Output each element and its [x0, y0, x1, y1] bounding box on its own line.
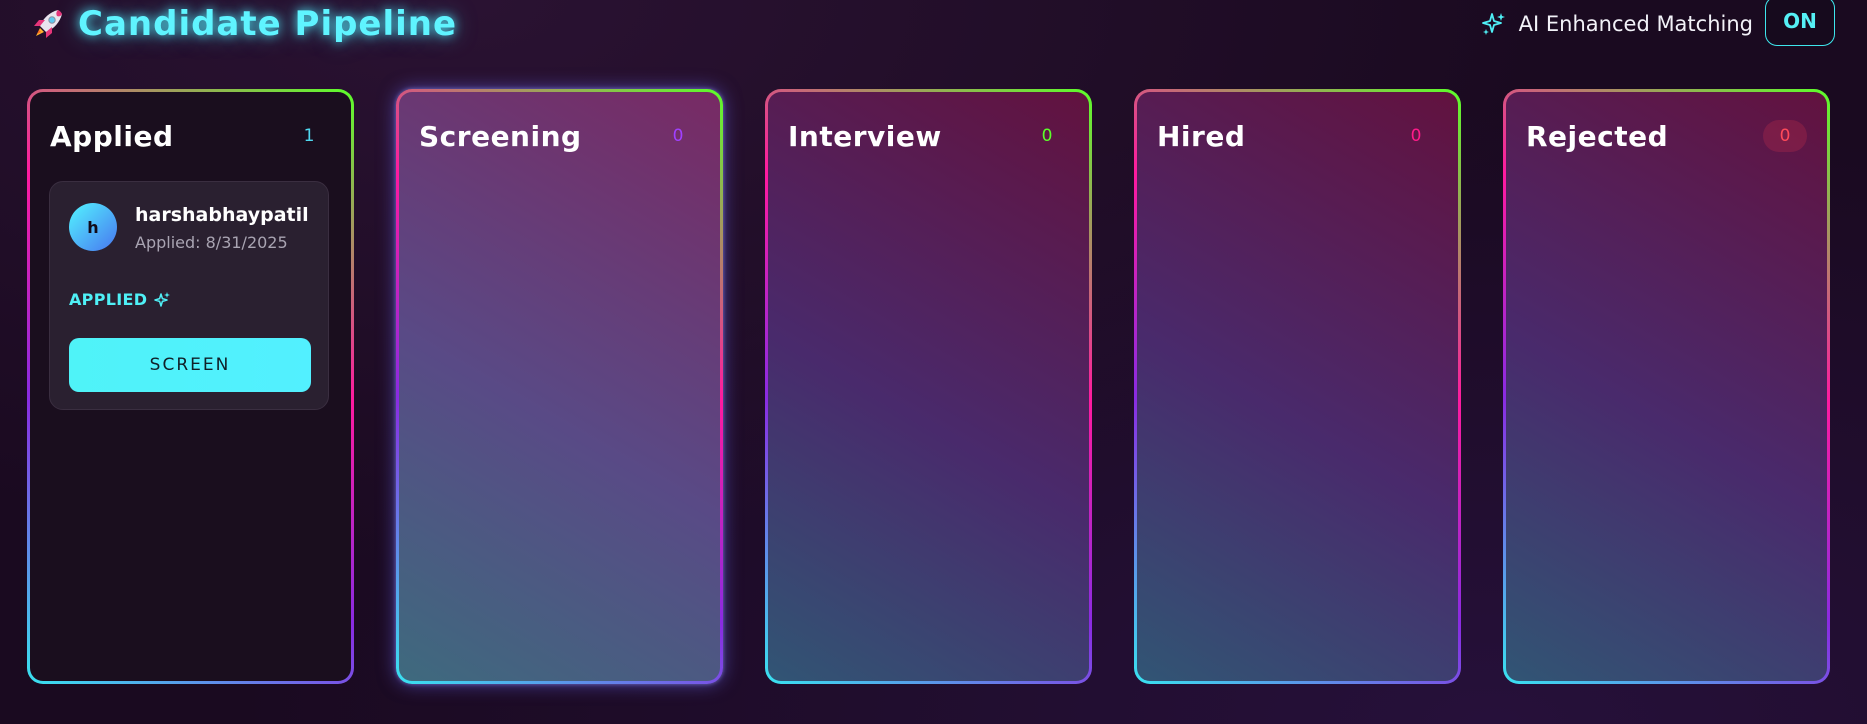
column-screening: Screening 0: [396, 89, 723, 684]
column-title: Rejected: [1526, 119, 1669, 153]
page-title: Candidate Pipeline: [78, 4, 458, 44]
column-header: Screening 0: [419, 116, 700, 156]
avatar: h: [69, 203, 117, 251]
sparkle-icon: [1481, 13, 1505, 35]
column-count-badge: 0: [672, 126, 684, 146]
screen-button[interactable]: SCREEN: [69, 338, 311, 392]
column-count-badge: 1: [303, 126, 315, 146]
ai-matching-toggle[interactable]: ON: [1765, 0, 1835, 46]
column-title: Screening: [419, 119, 582, 153]
status-row: APPLIED: [69, 290, 171, 309]
column-rejected: Rejected 0: [1503, 89, 1830, 684]
column-interview: Interview 0: [765, 89, 1092, 684]
column-title: Applied: [50, 119, 174, 153]
column-count-badge: 0: [1041, 126, 1053, 146]
column-header: Rejected 0: [1526, 116, 1807, 156]
column-header: Interview 0: [788, 116, 1069, 156]
column-header: Hired 0: [1157, 116, 1438, 156]
candidate-card[interactable]: h harshabhaypatil Applied: 8/31/2025 APP…: [49, 181, 329, 410]
column-title: Hired: [1157, 119, 1246, 153]
column-count-badge: 0: [1763, 120, 1807, 152]
candidate-name: harshabhaypatil: [135, 204, 309, 226]
applied-date: Applied: 8/31/2025: [135, 233, 288, 252]
ai-matching-group: AI Enhanced Matching ON: [1481, 0, 1835, 46]
column-header: Applied 1: [50, 116, 331, 156]
title-group: Candidate Pipeline: [28, 4, 457, 44]
ai-matching-label: AI Enhanced Matching: [1518, 12, 1753, 36]
status-label: APPLIED: [69, 290, 148, 309]
sparkle-icon: [154, 291, 171, 307]
column-count-badge: 0: [1410, 126, 1422, 146]
rocket-icon: [34, 10, 62, 38]
column-hired: Hired 0: [1134, 89, 1461, 684]
header: Candidate Pipeline AI Enhanced Matching …: [28, 0, 1835, 52]
column-title: Interview: [788, 119, 942, 153]
column-applied: Applied 1 h harshabhaypatil Applied: 8/3…: [27, 89, 354, 684]
